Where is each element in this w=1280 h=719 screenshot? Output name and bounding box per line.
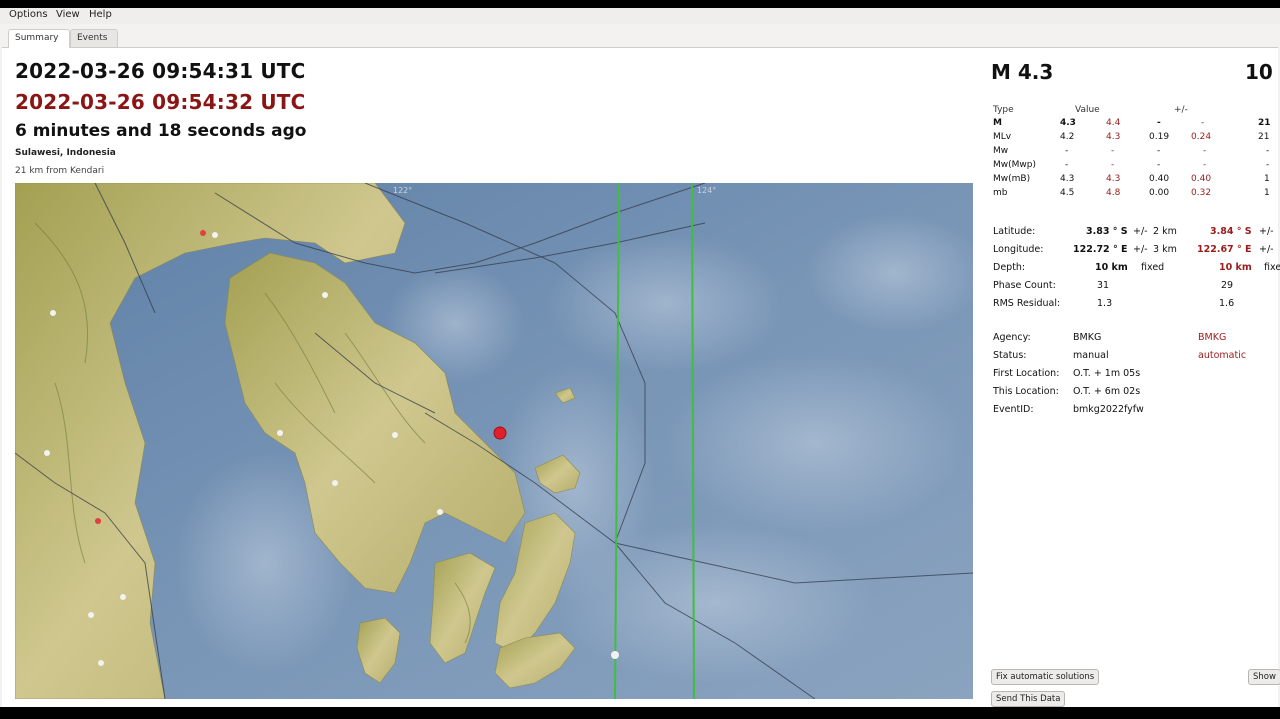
longitude-row: Longitude: 122.72 ° E +/- 3 km 122.67 ° … bbox=[993, 244, 1274, 255]
first-location-row: First Location: O.T. + 1m 05s bbox=[993, 368, 1141, 379]
magnitude-row: mb 4.5 4.8 0.00 0.32 1 bbox=[993, 188, 1270, 198]
menu-view[interactable]: View bbox=[56, 9, 80, 20]
depth-row: Depth: 10 km fixed 10 km fixed bbox=[993, 262, 1280, 273]
show-button[interactable]: Show bbox=[1248, 669, 1280, 685]
magnitude-row: Mw - - - - - bbox=[993, 146, 1270, 156]
magnitude-count: 10 bbox=[1245, 60, 1273, 84]
magnitude-row: Mw(Mwp) - - - - - bbox=[993, 160, 1270, 170]
status-row: Status: manual automatic bbox=[993, 350, 1247, 361]
send-this-data-button[interactable]: Send This Data bbox=[991, 691, 1066, 707]
col-value: Value bbox=[1075, 105, 1100, 115]
menu-help[interactable]: Help bbox=[89, 9, 112, 20]
lon-label-124: 124° bbox=[697, 186, 716, 195]
lon-label-122: 122° bbox=[393, 186, 412, 195]
event-map[interactable]: 122° 124° bbox=[15, 183, 973, 699]
origin-time-automatic: 2022-03-26 09:54:32 UTC bbox=[15, 90, 306, 114]
col-pm: +/- bbox=[1174, 105, 1188, 115]
tab-summary[interactable]: Summary bbox=[8, 29, 70, 48]
menu-bar: Options View Help bbox=[0, 8, 1280, 24]
phase-count-row: Phase Count: 31 29 bbox=[993, 280, 1234, 291]
menu-options[interactable]: Options bbox=[9, 9, 48, 20]
summary-panel: 2022-03-26 09:54:31 UTC 2022-03-26 09:54… bbox=[2, 47, 1280, 707]
latitude-row: Latitude: 3.83 ° S +/- 2 km 3.84 ° S +/- bbox=[993, 226, 1274, 237]
rms-residual-row: RMS Residual: 1.3 1.6 bbox=[993, 298, 1235, 309]
app-window: Options View Help Summary Events 2022-03… bbox=[0, 8, 1280, 707]
magnitude-row: MLv 4.2 4.3 0.19 0.24 21 bbox=[993, 132, 1270, 142]
event-id-row: EventID: bmkg2022fyfw bbox=[993, 404, 1144, 415]
elapsed-time: 6 minutes and 18 seconds ago bbox=[15, 121, 307, 141]
distance-from-city: 21 km from Kendari bbox=[15, 166, 105, 176]
col-type: Type bbox=[993, 105, 1014, 115]
details-panel: M 4.3 10 Type Value +/- M 4.3 4.4 - - 21… bbox=[990, 48, 1280, 707]
magnitude-row: M 4.3 4.4 - - 21 bbox=[993, 118, 1271, 128]
region-name: Sulawesi, Indonesia bbox=[15, 148, 116, 158]
this-location-row: This Location: O.T. + 6m 02s bbox=[993, 386, 1141, 397]
origin-time: 2022-03-26 09:54:31 UTC bbox=[15, 59, 306, 83]
agency-row: Agency: BMKG BMKG bbox=[993, 332, 1227, 343]
magnitude-title: M 4.3 bbox=[991, 60, 1054, 84]
tab-events[interactable]: Events bbox=[70, 29, 118, 47]
epicenter-marker bbox=[493, 426, 507, 440]
magnitude-table-header: Type Value +/- bbox=[991, 105, 1280, 118]
fix-automatic-solutions-button[interactable]: Fix automatic solutions bbox=[991, 669, 1100, 685]
magnitude-row: Mw(mB) 4.3 4.3 0.40 0.40 1 bbox=[993, 174, 1270, 184]
